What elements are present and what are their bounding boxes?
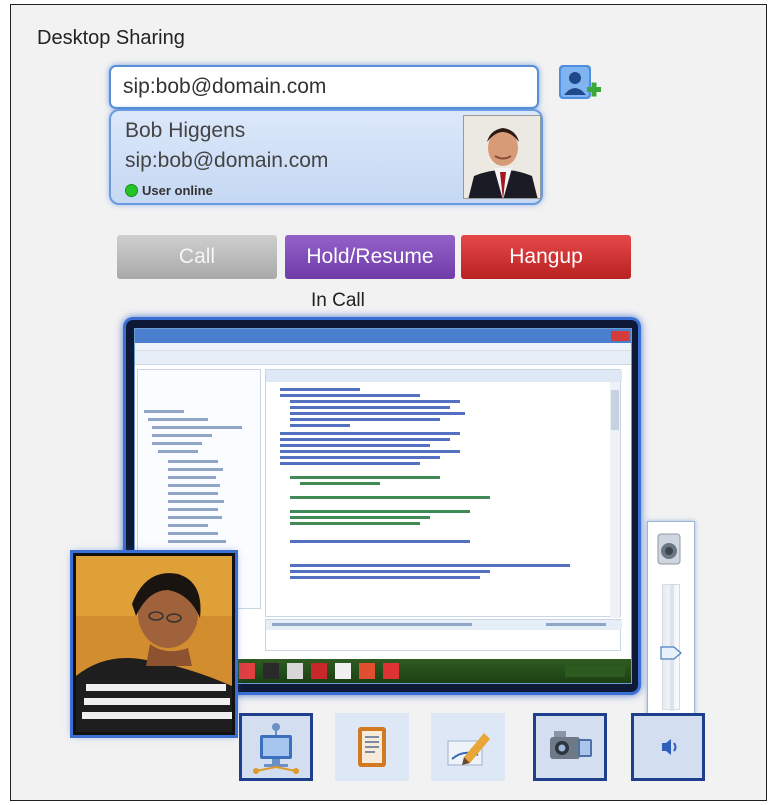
speaker-device-icon xyxy=(657,533,681,565)
video-camera-icon xyxy=(550,731,592,759)
remote-toolbar xyxy=(135,351,631,365)
sip-address-input[interactable] xyxy=(109,65,539,109)
contact-card[interactable]: Bob Higgens sip:bob@domain.com User onli… xyxy=(109,109,543,205)
contact-sip-address: sip:bob@domain.com xyxy=(125,149,329,172)
online-status-icon xyxy=(125,184,138,197)
share-desktop-icon xyxy=(253,723,299,774)
volume-button[interactable] xyxy=(631,713,705,781)
notes-icon xyxy=(358,727,386,767)
local-video-preview[interactable] xyxy=(73,553,235,735)
volume-popup xyxy=(647,521,695,721)
whiteboard-button[interactable] xyxy=(431,713,505,781)
hold-resume-button[interactable]: Hold/Resume xyxy=(285,235,455,279)
remote-close-icon xyxy=(611,331,629,341)
call-button[interactable]: Call xyxy=(117,235,277,279)
local-video-image xyxy=(76,556,232,732)
presence-status-label: User online xyxy=(142,183,213,198)
presence-status: User online xyxy=(125,183,213,198)
contact-avatar xyxy=(463,115,541,199)
call-status-label: In Call xyxy=(311,290,365,311)
hangup-button[interactable]: Hangup xyxy=(461,235,631,279)
share-desktop-button[interactable] xyxy=(239,713,313,781)
remote-menubar xyxy=(135,343,631,351)
remote-code-content xyxy=(266,370,622,618)
remote-console-content xyxy=(266,620,622,630)
remote-window-titlebar xyxy=(135,329,631,343)
remote-console-panel xyxy=(265,619,622,651)
video-camera-button[interactable] xyxy=(533,713,607,781)
contact-name: Bob Higgens xyxy=(125,119,246,142)
remote-code-editor xyxy=(265,369,622,618)
app-title: Desktop Sharing xyxy=(37,27,185,49)
notes-button[interactable] xyxy=(335,713,409,781)
add-contact-icon[interactable] xyxy=(557,61,603,107)
volume-slider-thumb[interactable] xyxy=(660,646,682,660)
whiteboard-icon xyxy=(447,733,490,766)
app-window: Desktop Sharing Bob Higgens sip:bob@doma… xyxy=(10,4,767,801)
volume-icon xyxy=(662,739,677,755)
contact-portrait-image xyxy=(464,116,540,198)
